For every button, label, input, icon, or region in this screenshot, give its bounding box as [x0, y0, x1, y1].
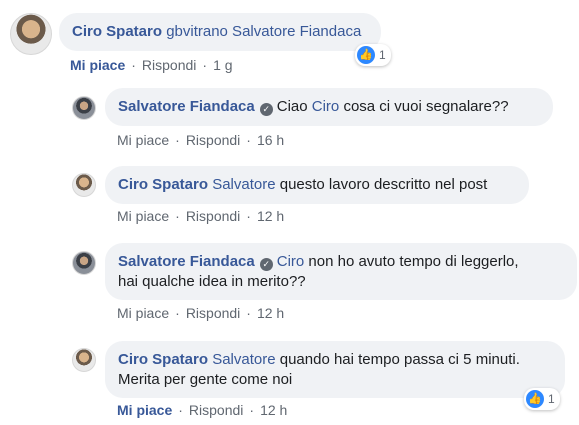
comment-text: questo lavoro descritto nel post — [275, 176, 488, 193]
avatar[interactable] — [10, 13, 52, 55]
comment-actions: Mi piace · Rispondi · 1 g — [70, 57, 233, 73]
timestamp[interactable]: 12 h — [260, 402, 287, 418]
reaction-count-value: 1 — [379, 48, 386, 62]
like-button[interactable]: Mi piace — [117, 402, 172, 418]
reply-button[interactable]: Rispondi — [186, 132, 240, 148]
verified-badge-icon: ✓ — [259, 258, 273, 271]
avatar[interactable] — [72, 251, 96, 275]
like-thumb-icon: 👍 — [526, 390, 544, 408]
comment-mention[interactable]: Ciro — [312, 98, 340, 115]
comment-mentions[interactable]: gbvitrano Salvatore Fiandaca — [166, 23, 361, 40]
reply-button[interactable]: Rispondi — [186, 305, 240, 321]
reaction-count[interactable]: 👍 1 — [355, 44, 391, 66]
comment-text-line2: Merita per gente come noi — [118, 371, 293, 388]
comment-mention[interactable]: Ciro — [277, 253, 305, 270]
comment-mention[interactable]: Salvatore — [212, 351, 275, 368]
comment-bubble: Ciro Spataro Salvatore quando hai tempo … — [105, 341, 565, 398]
timestamp[interactable]: 12 h — [257, 208, 284, 224]
comment-actions: Mi piace · Rispondi · 12 h — [117, 402, 288, 418]
timestamp[interactable]: 1 g — [213, 57, 232, 73]
comment-text-before: Ciao — [276, 98, 312, 115]
comment-text: quando hai tempo passa ci 5 minuti. — [275, 351, 520, 368]
comment-text: cosa ci vuoi segnalare?? — [339, 98, 509, 115]
avatar[interactable] — [72, 173, 96, 197]
reply-button[interactable]: Rispondi — [189, 402, 243, 418]
reply-button[interactable]: Rispondi — [142, 57, 196, 73]
timestamp[interactable]: 16 h — [257, 132, 284, 148]
like-thumb-icon: 👍 — [357, 46, 375, 64]
comment-author[interactable]: Ciro Spataro — [72, 23, 162, 40]
timestamp[interactable]: 12 h — [257, 305, 284, 321]
comment-author[interactable]: Salvatore Fiandaca — [118, 253, 255, 270]
comment-actions: Mi piace · Rispondi · 16 h — [117, 132, 285, 148]
comment-mention[interactable]: Salvatore — [212, 176, 275, 193]
comment-text-line2: hai qualche idea in merito?? — [118, 273, 306, 290]
like-button[interactable]: Mi piace — [117, 305, 169, 321]
comment-bubble: Salvatore Fiandaca ✓ Ciao Ciro cosa ci vuo… — [105, 88, 553, 126]
avatar[interactable] — [72, 96, 96, 120]
comment-actions: Mi piace · Rispondi · 12 h — [117, 305, 285, 321]
avatar[interactable] — [72, 348, 96, 372]
reaction-count[interactable]: 👍 1 — [524, 388, 560, 410]
verified-badge-icon: ✓ — [259, 103, 273, 116]
comment-author[interactable]: Salvatore Fiandaca — [118, 98, 255, 115]
comment-author[interactable]: Ciro Spataro — [118, 176, 208, 193]
like-button[interactable]: Mi piace — [70, 57, 125, 73]
comment-bubble: Ciro Spataro Salvatore questo lavoro des… — [105, 166, 529, 204]
reaction-count-value: 1 — [548, 392, 555, 406]
comment-text: non ho avuto tempo di leggerlo, — [304, 253, 519, 270]
comment-actions: Mi piace · Rispondi · 12 h — [117, 208, 285, 224]
comment-author[interactable]: Ciro Spataro — [118, 351, 208, 368]
like-button[interactable]: Mi piace — [117, 208, 169, 224]
reply-button[interactable]: Rispondi — [186, 208, 240, 224]
comment-bubble: Ciro Spataro gbvitrano Salvatore Fiandac… — [59, 13, 381, 51]
comment-bubble: Salvatore Fiandaca ✓ Ciro non ho avuto tem… — [105, 243, 577, 300]
like-button[interactable]: Mi piace — [117, 132, 169, 148]
